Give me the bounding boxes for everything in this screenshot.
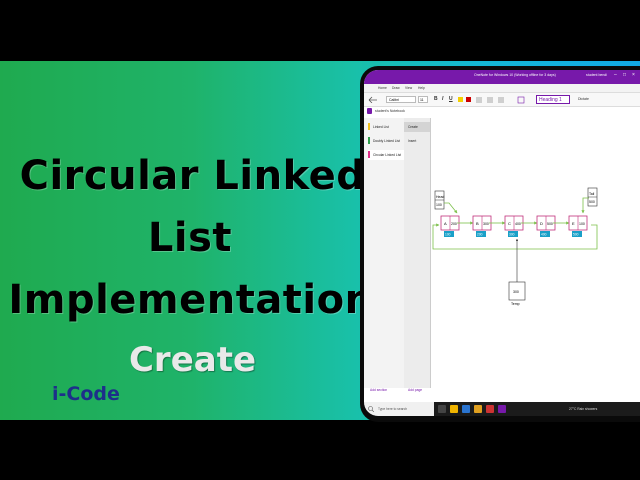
note-canvas[interactable]: Head 100 Tail 500 A 200 100 B 300 200 C 400 300 D… bbox=[431, 107, 640, 402]
section-color-tab bbox=[368, 151, 370, 158]
windows-taskbar: Type here to search 27°C Rain showers bbox=[364, 402, 640, 416]
section-label: Circular Linked List bbox=[373, 153, 402, 157]
head-pointer-box: Head 100 bbox=[434, 190, 444, 210]
node-data: A bbox=[444, 221, 447, 226]
node-data: D bbox=[540, 221, 543, 226]
section-label: Doubly Linked List bbox=[373, 139, 400, 143]
notebook-name: student's Notebook bbox=[375, 109, 405, 113]
file-explorer-icon[interactable] bbox=[450, 405, 458, 413]
head-arrow bbox=[444, 202, 458, 214]
task-view-icon[interactable] bbox=[438, 405, 446, 413]
notebook-header[interactable]: student's Notebook bbox=[364, 107, 430, 116]
menu-home[interactable]: Home bbox=[378, 86, 387, 90]
bold-button[interactable]: B bbox=[434, 96, 438, 102]
menu-help[interactable]: Help bbox=[418, 86, 425, 90]
thumbnail-title-line-3: Implementation bbox=[8, 277, 374, 323]
node-group: A 200 100 B 300 200 C 400 300 D 500 400 E 100 500 bbox=[440, 215, 588, 237]
node-data: B bbox=[476, 221, 479, 226]
window-title: OneNote for Windows 10 (Working offline … bbox=[474, 73, 556, 77]
thumbnail-title-line-1: Circular Linked bbox=[19, 153, 366, 199]
page-label: Insert bbox=[408, 139, 417, 143]
taskbar-search[interactable]: Type here to search bbox=[364, 402, 434, 416]
underline-button[interactable]: U bbox=[449, 96, 453, 102]
temp-value: 300 bbox=[513, 290, 519, 294]
list-node: B 300 200 bbox=[472, 215, 506, 237]
page-item-create[interactable]: Create bbox=[404, 122, 430, 132]
page-item-insert[interactable]: Insert bbox=[404, 136, 430, 146]
head-value: 100 bbox=[436, 203, 442, 207]
onenote-icon[interactable] bbox=[498, 405, 506, 413]
section-item-linked-list[interactable]: Linked List bbox=[368, 122, 404, 132]
font-family-select[interactable]: Calibri bbox=[386, 96, 416, 103]
node-address: 300 bbox=[509, 233, 515, 237]
node-address: 200 bbox=[477, 233, 483, 237]
node-data: E bbox=[572, 221, 575, 226]
node-address: 500 bbox=[573, 233, 579, 237]
laptop-frame: OneNote for Windows 10 (Working offline … bbox=[360, 66, 640, 422]
node-next: 200 bbox=[451, 222, 457, 226]
user-name[interactable]: student bendi bbox=[586, 73, 607, 77]
node-next: 400 bbox=[515, 222, 521, 226]
thumbnail-title-line-2: List bbox=[147, 215, 233, 261]
section-list: Linked List Doubly Linked List Circular … bbox=[364, 118, 404, 388]
font-size-select[interactable]: 11 bbox=[418, 96, 428, 103]
search-icon bbox=[368, 406, 374, 412]
page-list: Create Insert bbox=[404, 118, 431, 388]
section-item-circular-linked-list[interactable]: Circular Linked List bbox=[368, 150, 404, 160]
list-node: A 200 100 bbox=[440, 215, 474, 237]
section-label: Linked List bbox=[373, 125, 389, 129]
add-section-button[interactable]: Add section bbox=[370, 388, 387, 392]
page-label: Create bbox=[408, 125, 418, 129]
menu-bar: Home Draw View Help bbox=[364, 84, 640, 93]
dictate-button[interactable]: Dictate bbox=[578, 97, 589, 101]
style-select[interactable]: Heading 1 bbox=[536, 95, 570, 104]
thumbnail-subtitle: Create bbox=[128, 340, 257, 380]
folder-icon[interactable] bbox=[474, 405, 482, 413]
app-icon[interactable] bbox=[486, 405, 494, 413]
tail-label: Tail bbox=[589, 192, 594, 196]
node-next: 300 bbox=[483, 222, 489, 226]
add-page-button[interactable]: Add page bbox=[408, 388, 422, 392]
window-titlebar: OneNote for Windows 10 (Working offline … bbox=[364, 70, 640, 84]
section-item-doubly-linked-list[interactable]: Doubly Linked List bbox=[368, 136, 404, 146]
section-color-tab bbox=[368, 123, 370, 130]
menu-draw[interactable]: Draw bbox=[392, 86, 400, 90]
undo-icon[interactable] bbox=[367, 96, 381, 103]
menu-view[interactable]: View bbox=[405, 86, 412, 90]
notebook-icon bbox=[367, 108, 372, 114]
italic-button[interactable]: I bbox=[442, 96, 443, 102]
minimize-button[interactable]: – bbox=[614, 72, 617, 78]
laptop-screen: OneNote for Windows 10 (Working offline … bbox=[364, 70, 640, 416]
close-button[interactable]: × bbox=[632, 72, 635, 78]
circular-linked-list-diagram: Head 100 Tail 500 A 200 100 B 300 200 C 400 300 D… bbox=[432, 187, 598, 306]
list-node: E 100 500 bbox=[568, 215, 588, 237]
node-address: 100 bbox=[445, 233, 451, 237]
edge-icon[interactable] bbox=[462, 405, 470, 413]
weather-status: 27°C Rain showers bbox=[569, 407, 598, 411]
ribbon-toolbar: Calibri 11 B I U Heading 1 Dictate bbox=[364, 93, 640, 107]
formatting-icons[interactable] bbox=[458, 96, 528, 104]
tail-value: 500 bbox=[589, 200, 595, 204]
node-next: 100 bbox=[579, 222, 585, 226]
temp-label: Temp bbox=[511, 302, 520, 306]
list-node: D 500 400 bbox=[536, 215, 570, 237]
list-node: C 400 300 bbox=[504, 215, 538, 237]
maximize-button[interactable]: □ bbox=[623, 72, 626, 78]
section-color-tab bbox=[368, 137, 370, 144]
node-data: C bbox=[508, 221, 511, 226]
node-address: 400 bbox=[541, 233, 547, 237]
temp-pointer-box: 300 Temp bbox=[508, 281, 526, 306]
head-label: Head bbox=[436, 195, 444, 199]
brand-label: i-Code bbox=[52, 383, 120, 405]
tail-pointer-box: Tail 500 bbox=[587, 187, 598, 207]
node-next: 500 bbox=[547, 222, 553, 226]
